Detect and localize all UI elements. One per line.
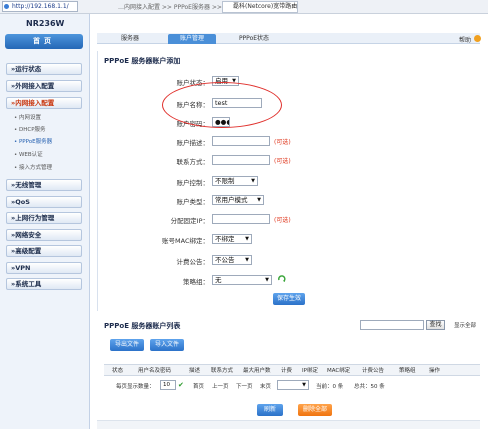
chevron-down-icon: ▼ (251, 178, 255, 184)
sidebar-item-behavior[interactable]: »上网行为管理 (6, 212, 82, 224)
search-input[interactable] (360, 320, 424, 330)
billing-notice-select[interactable]: 不公告 ▼ (212, 255, 252, 265)
column-header: 联系方式 (211, 368, 234, 374)
add-form-title: PPPoE 服务器账户添加 (104, 57, 181, 65)
help-link[interactable]: 帮助 (459, 35, 471, 44)
chevron-down-icon: ▼ (245, 236, 249, 242)
column-header: 计费公告 (362, 368, 385, 374)
router-model: NR236W (26, 19, 65, 28)
refresh-icon[interactable] (278, 275, 286, 283)
chevron-down-icon: ▼ (257, 197, 261, 203)
account-desc-hint: (可选) (274, 139, 291, 146)
contact-hint: (可选) (274, 158, 291, 165)
policy-group-value: 无 (215, 276, 222, 284)
column-header: 操作 (429, 368, 441, 374)
tab-bar (97, 33, 480, 44)
account-type-select[interactable]: 常用户模式 ▼ (212, 195, 264, 205)
sidebar-item-vpn[interactable]: »VPN (6, 262, 82, 274)
sidebar-subitem-dhcp[interactable]: • DHCP服务 (14, 125, 46, 133)
sidebar-subitem-pppoe-server[interactable]: • PPPoE服务器 (14, 137, 52, 145)
refresh-button[interactable]: 刷新 (257, 404, 283, 416)
tab-pppoe-status[interactable]: PPPoE状态 (228, 34, 280, 44)
sidebar-subitem-access-mode[interactable]: • 接入方式管理 (14, 163, 52, 171)
account-desc-input[interactable] (212, 136, 270, 146)
account-type-value: 常用户模式 (215, 196, 248, 204)
assign-ip-input[interactable] (212, 214, 270, 224)
sidebar-item-security[interactable]: »网络安全 (6, 229, 82, 241)
per-page-input[interactable]: 10 (160, 380, 176, 390)
sidebar-subitem-web-auth[interactable]: • WEB认证 (14, 150, 43, 158)
sidebar-item-wireless[interactable]: »无线管理 (6, 179, 82, 191)
assign-ip-hint: (可选) (274, 217, 291, 224)
show-all-link[interactable]: 显示全部 (454, 321, 476, 329)
sidebar-item-status[interactable]: »运行状态 (6, 63, 82, 75)
sidebar-item-qos[interactable]: »QoS (6, 196, 82, 208)
column-header: 描述 (189, 368, 201, 374)
delete-all-button[interactable]: 删除全部 (298, 404, 332, 416)
first-page-link[interactable]: 首页 (193, 382, 204, 390)
total-count: 总共：50 条 (354, 384, 385, 390)
sidebar-item-tools[interactable]: »系统工具 (6, 278, 82, 290)
close-icon[interactable]: × (291, 3, 296, 10)
home-button[interactable]: 首页 (5, 34, 83, 49)
sidebar-item-advanced[interactable]: »高级配置 (6, 245, 82, 257)
contact-label: 联系方式： (176, 158, 210, 166)
sidebar-item-lan[interactable]: »内网接入配置 (6, 97, 82, 109)
address-bar[interactable]: http://192.168.1.1/ (2, 1, 78, 12)
site-icon (4, 4, 9, 9)
annotation-ellipse (162, 82, 282, 128)
check-icon[interactable]: ✔ (178, 381, 184, 389)
column-header: 计费 (281, 368, 293, 374)
assign-ip-label: 分配固定IP： (170, 217, 209, 225)
mac-bind-value: 不绑定 (215, 235, 235, 243)
search-button[interactable]: 查找 (426, 320, 445, 330)
column-header: MAC绑定 (327, 368, 351, 374)
browser-tab[interactable]: 磊科(Netcore)宽带路由器… (222, 1, 298, 13)
sidebar-subitem-lan-settings[interactable]: • 内网设置 (14, 113, 41, 121)
current-count: 当前：0 条 (316, 384, 344, 390)
account-control-label: 账户控制： (176, 179, 210, 187)
column-header: 用户名及密码 (138, 368, 172, 374)
export-button[interactable]: 导出文件 (110, 339, 144, 351)
column-header: 策略组 (399, 368, 416, 374)
mac-bind-select[interactable]: 不绑定 ▼ (212, 234, 252, 244)
save-button[interactable]: 保存生效 (273, 293, 305, 305)
import-button[interactable]: 导入文件 (150, 339, 184, 351)
billing-notice-value: 不公告 (215, 256, 235, 264)
contact-input[interactable] (212, 155, 270, 165)
account-type-label: 账户类型： (176, 198, 210, 206)
sidebar-item-wan[interactable]: »外网接入配置 (6, 80, 82, 92)
page-select[interactable]: ▼ (277, 380, 309, 390)
list-title: PPPoE 服务器账户列表 (104, 322, 181, 330)
footer-strip (97, 420, 480, 429)
account-desc-label: 账户描述： (176, 139, 210, 147)
tab-server[interactable]: 服务器 (108, 34, 152, 44)
tab-account[interactable]: 账户管理 (168, 34, 216, 44)
account-control-select[interactable]: 不限制 ▼ (212, 176, 258, 186)
column-header: 最大用户数 (243, 368, 271, 374)
chevron-down-icon: ▼ (265, 277, 269, 283)
column-header: IP绑定 (302, 368, 318, 374)
billing-notice-label: 计费公告： (176, 258, 210, 266)
chevron-down-icon: ▼ (302, 382, 306, 388)
last-page-link[interactable]: 末页 (260, 382, 271, 390)
column-header: 状态 (112, 368, 124, 374)
policy-group-select[interactable]: 无 ▼ (212, 275, 272, 285)
mac-bind-label: 账号MAC绑定： (162, 237, 209, 245)
prev-page-link[interactable]: 上一页 (212, 382, 229, 390)
next-page-link[interactable]: 下一页 (236, 382, 253, 390)
policy-group-label: 策略组： (183, 278, 209, 286)
per-page-label: 每页显示数量： (116, 384, 155, 390)
account-control-value: 不限制 (215, 177, 235, 185)
chevron-down-icon: ▼ (245, 257, 249, 263)
help-icon[interactable] (474, 35, 481, 42)
